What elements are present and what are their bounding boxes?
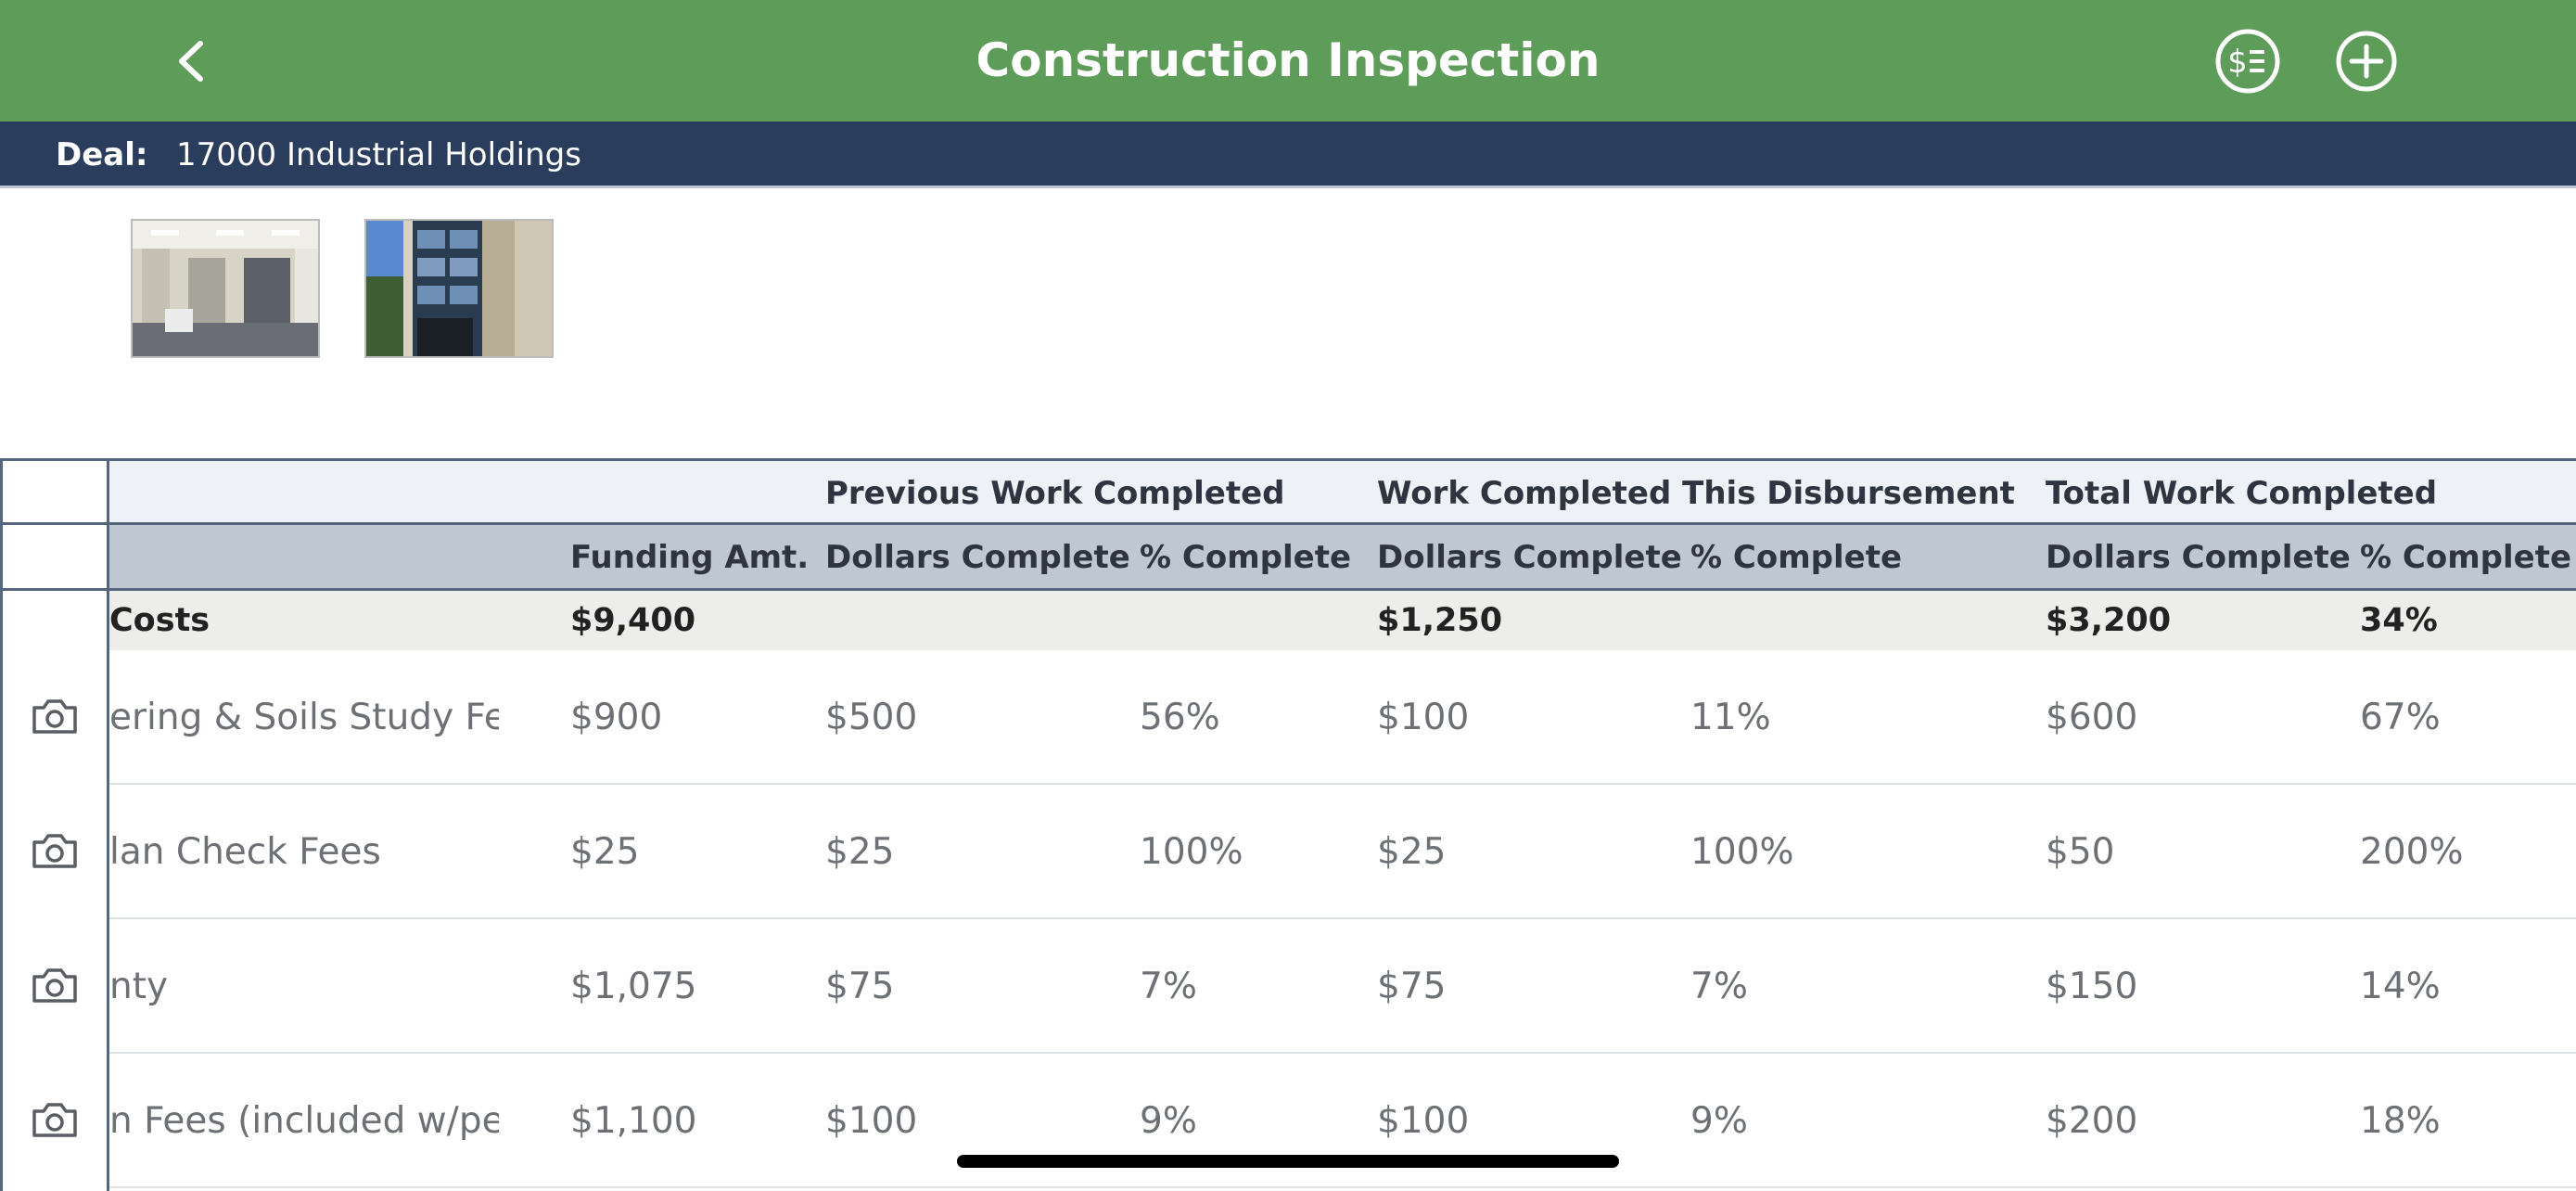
row-total-pct: 18%	[2360, 1100, 2441, 1142]
summary-description: Costs	[109, 602, 210, 639]
row-funding: $1,075	[570, 966, 697, 1007]
deal-label: Deal:	[56, 136, 148, 173]
row-funding: $1,100	[570, 1100, 697, 1142]
row-description: lan Check Fees	[109, 831, 381, 873]
row-total-dollars: $50	[2046, 831, 2115, 873]
column-header-total-pct: % Complete	[2360, 539, 2572, 576]
photo-thumbnail-interior[interactable]	[131, 219, 320, 358]
row-prev-dollars: $500	[825, 697, 918, 738]
camera-icon[interactable]	[29, 1095, 81, 1146]
group-header-total: Total Work Completed	[2046, 475, 2438, 512]
column-header-total-dollars: Dollars Complete	[2046, 539, 2351, 576]
column-header-this-pct: % Complete	[1690, 539, 1903, 576]
row-funding: $900	[570, 697, 663, 738]
row-this-dollars: $100	[1377, 1100, 1470, 1142]
row-total-pct: 200%	[2360, 831, 2464, 873]
summary-this-dollars: $1,250	[1377, 602, 1503, 639]
row-total-pct: 14%	[2360, 966, 2441, 1007]
row-prev-dollars: $25	[825, 831, 895, 873]
row-this-dollars: $75	[1377, 966, 1447, 1007]
summary-total-dollars: $3,200	[2046, 602, 2172, 639]
row-this-pct: 100%	[1690, 831, 1794, 873]
plus-circle-icon[interactable]	[2333, 28, 2400, 95]
table-row[interactable]: nty $1,075 $75 7% $75 7% $150 14%	[0, 919, 2576, 1054]
row-prev-pct: 100%	[1140, 831, 1243, 873]
table-row[interactable]: ering & Soils Study Fees $900 $500 56% $…	[0, 650, 2576, 785]
deal-name: 17000 Industrial Holdings	[176, 136, 581, 173]
camera-icon[interactable]	[29, 691, 81, 743]
page-title: Construction Inspection	[976, 33, 1600, 87]
row-this-pct: 11%	[1690, 697, 1771, 738]
group-header-this-disbursement: Work Completed This Disbursement	[1377, 475, 2015, 512]
row-prev-dollars: $100	[825, 1100, 918, 1142]
row-prev-dollars: $75	[825, 966, 895, 1007]
group-header-previous: Previous Work Completed	[825, 475, 1285, 512]
column-header-prev-dollars: Dollars Complete	[825, 539, 1130, 576]
chevron-left-icon	[179, 41, 203, 82]
row-prev-pct: 9%	[1140, 1100, 1197, 1142]
row-description: ering & Soils Study Fees	[109, 697, 499, 738]
row-description: n Fees (included w/permi...	[109, 1100, 499, 1142]
camera-icon[interactable]	[29, 826, 81, 877]
dollar-list-icon[interactable]: $	[2214, 28, 2281, 95]
summary-total-pct: 34%	[2360, 602, 2438, 639]
row-description: nty	[109, 966, 169, 1007]
budget-table: Previous Work Completed Work Completed T…	[0, 458, 2576, 1191]
row-total-dollars: $200	[2046, 1100, 2138, 1142]
row-this-pct: 9%	[1690, 1100, 1748, 1142]
frozen-action-column	[0, 458, 109, 1191]
table-row[interactable]: n Fees (included w/permi... $1,100 $100 …	[0, 1054, 2576, 1188]
deal-bar: Deal: 17000 Industrial Holdings	[0, 122, 2576, 188]
column-header-this-dollars: Dollars Complete	[1377, 539, 1682, 576]
camera-icon[interactable]	[29, 960, 81, 1012]
row-prev-pct: 56%	[1140, 697, 1220, 738]
summary-funding: $9,400	[570, 602, 696, 639]
row-prev-pct: 7%	[1140, 966, 1197, 1007]
group-header-row: Previous Work Completed Work Completed T…	[0, 458, 2576, 525]
row-this-pct: 7%	[1690, 966, 1748, 1007]
photo-thumbnail-exterior[interactable]	[364, 219, 554, 358]
row-funding: $25	[570, 831, 640, 873]
column-header-row: Funding Amt. Dollars Complete % Complete…	[0, 525, 2576, 591]
app-header: Construction Inspection $	[0, 0, 2576, 122]
row-total-pct: 67%	[2360, 697, 2441, 738]
row-this-dollars: $25	[1377, 831, 1447, 873]
table-row[interactable]: lan Check Fees $25 $25 100% $25 100% $50…	[0, 785, 2576, 919]
column-header-prev-pct: % Complete	[1140, 539, 1352, 576]
home-indicator[interactable]	[957, 1155, 1619, 1168]
back-button[interactable]	[163, 33, 219, 89]
row-total-dollars: $600	[2046, 697, 2138, 738]
summary-row: Costs $9,400 $1,250 $3,200 34%	[0, 591, 2576, 650]
row-this-dollars: $100	[1377, 697, 1470, 738]
column-header-funding: Funding Amt.	[570, 539, 810, 576]
row-total-dollars: $150	[2046, 966, 2138, 1007]
svg-text:$: $	[2227, 44, 2248, 81]
